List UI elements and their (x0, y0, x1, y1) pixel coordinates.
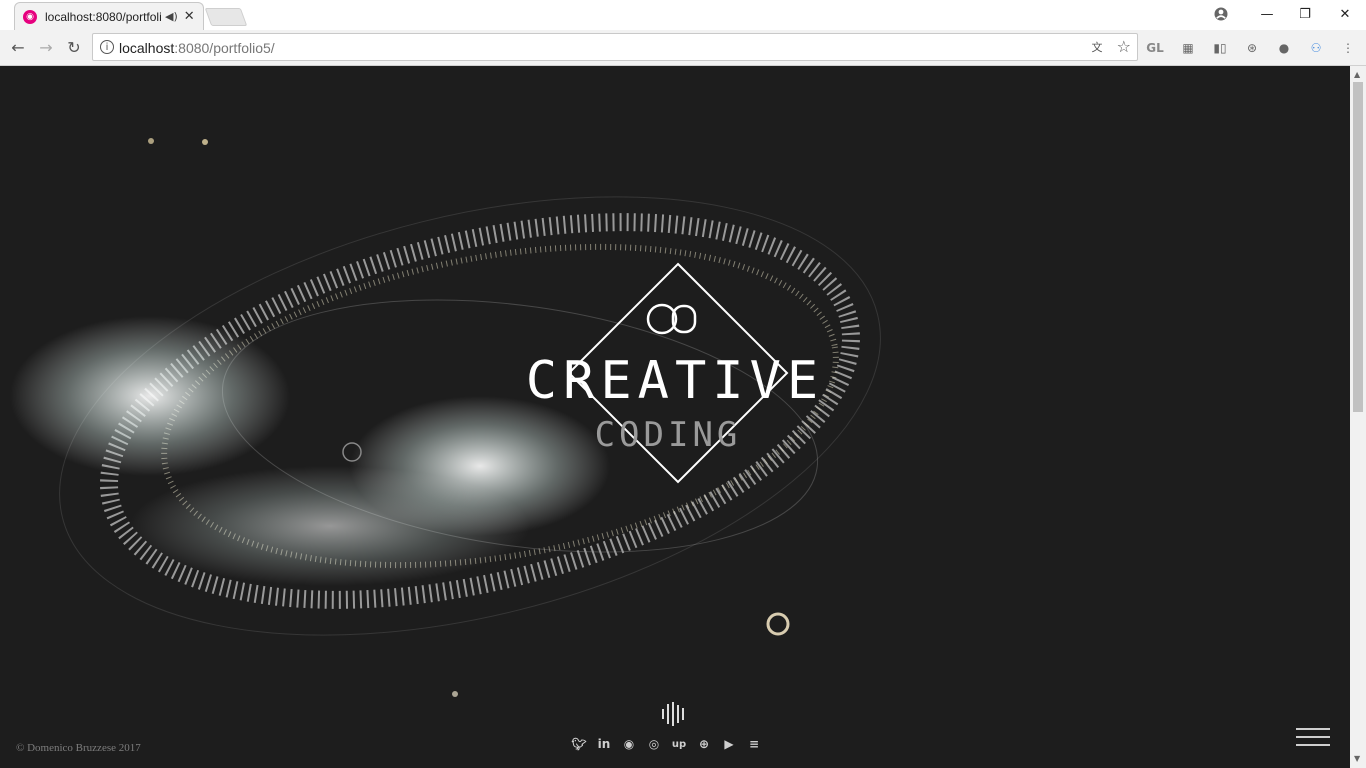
ext-panel-icon[interactable]: ▮▯ (1210, 38, 1230, 58)
scroll-up-icon[interactable]: ▲ (1354, 70, 1360, 79)
close-tab-icon[interactable]: ✕ (184, 9, 195, 24)
particle-background: CREATIVE CODING (10, 138, 881, 697)
audio-toggle-icon[interactable] (662, 702, 684, 726)
browser-titlebar: ◉ localhost:8080/portfolio5/ ◀) ✕ — ❐ ✕ (0, 0, 1366, 30)
minimize-button[interactable]: — (1248, 2, 1286, 26)
social-links: 🐦︎ in ◉ ◎ up ⊕ ▶ ≡ (570, 735, 763, 753)
github-icon[interactable]: ◉ (620, 735, 638, 753)
bookmark-star-icon[interactable]: ☆ (1117, 37, 1131, 56)
logo-word-creative: CREATIVE (526, 351, 824, 411)
monogram-icon (646, 303, 697, 335)
stackoverflow-icon[interactable]: ≡ (745, 735, 763, 753)
ext-cast-icon[interactable]: ▦ (1178, 38, 1198, 58)
forward-icon[interactable]: → (35, 36, 57, 58)
copyright-text: © Domenico Bruzzese 2017 (16, 742, 141, 754)
dribbble-icon[interactable]: ⊕ (695, 735, 713, 753)
particle-swirl (10, 138, 881, 697)
audio-playing-icon[interactable]: ◀) (165, 10, 178, 23)
reload-icon[interactable]: ↻ (63, 36, 85, 58)
scrollbar-thumb[interactable] (1353, 82, 1363, 412)
browser-menu-icon[interactable]: ⋮ (1338, 38, 1358, 58)
youtube-icon[interactable]: ▶ (720, 735, 738, 753)
ext-gl-icon[interactable]: GL (1145, 38, 1165, 58)
translate-icon[interactable]: 文 (1089, 39, 1105, 55)
browser-tab[interactable]: ◉ localhost:8080/portfolio5/ ◀) ✕ (14, 2, 204, 30)
scroll-down-icon[interactable]: ▼ (1354, 754, 1360, 763)
upwork-icon[interactable]: up (670, 735, 688, 753)
linkedin-icon[interactable]: in (595, 735, 613, 753)
ext-profile-icon[interactable]: ⚇ (1306, 38, 1326, 58)
portfolio-canvas[interactable]: CREATIVE CODING © Domenico Bruzzese 2017… (0, 66, 1350, 768)
new-tab-button[interactable] (204, 8, 248, 26)
twitter-icon[interactable]: 🐦︎ (570, 735, 588, 753)
ext-spiral-icon[interactable]: ⊛ (1242, 38, 1262, 58)
tab-title: localhost:8080/portfolio5/ (45, 9, 161, 24)
hamburger-menu-icon[interactable] (1296, 728, 1330, 748)
site-info-icon[interactable]: i (100, 40, 114, 54)
browser-toolbar: ← → ↻ i localhost:8080/portfolio5/ 文 ☆ G… (0, 30, 1366, 66)
close-window-button[interactable]: ✕ (1326, 2, 1364, 26)
url-text[interactable]: localhost:8080/portfolio5/ (119, 40, 275, 56)
address-bar[interactable]: i localhost:8080/portfolio5/ 文 ☆ (92, 33, 1138, 61)
page-scrollbar[interactable]: ▲ ▼ (1350, 66, 1366, 768)
portfolio-favicon-icon: ◉ (23, 9, 37, 24)
instagram-icon[interactable]: ◎ (645, 735, 663, 753)
restore-button[interactable]: ❐ (1286, 2, 1324, 26)
profile-icon[interactable] (1202, 2, 1240, 26)
ext-github-icon[interactable]: ● (1274, 38, 1294, 58)
logo-word-coding: CODING (595, 415, 742, 455)
back-icon[interactable]: ← (7, 36, 29, 58)
